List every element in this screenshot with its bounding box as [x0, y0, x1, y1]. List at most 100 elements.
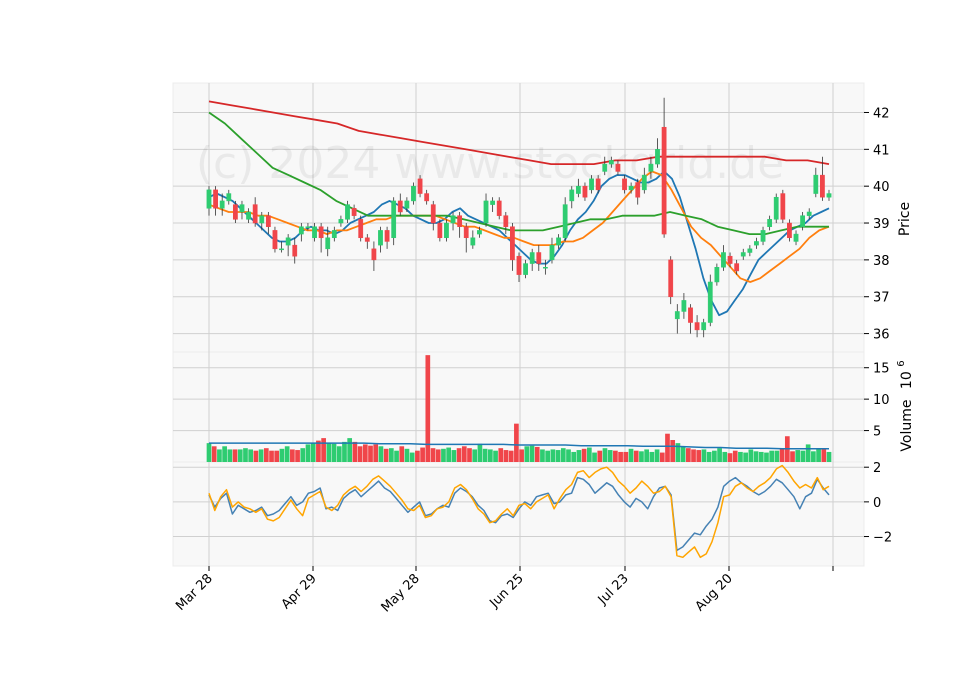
candle-up	[747, 248, 753, 253]
volume-bar	[493, 450, 498, 462]
candle-up	[648, 163, 654, 172]
price-axis-tick-label: 38	[873, 254, 890, 269]
price-axis-tick-label: 37	[873, 291, 890, 306]
candle-down	[318, 226, 324, 239]
volume-bar	[628, 448, 634, 462]
volume-bar	[347, 438, 353, 462]
volume-bar	[800, 450, 806, 462]
volume-bar	[284, 446, 290, 462]
candle-up	[450, 215, 456, 224]
volume-bar	[774, 450, 780, 462]
volume-bar	[534, 446, 540, 462]
volume-bar	[399, 446, 405, 462]
candle-up	[483, 200, 489, 224]
volume-bar	[659, 452, 665, 462]
volume-bar	[649, 451, 655, 462]
candle-up	[338, 219, 344, 224]
candle-down	[397, 200, 403, 213]
candle-down	[213, 189, 218, 209]
candle-up	[602, 163, 608, 172]
volume-bar	[779, 448, 785, 462]
candle-down	[661, 126, 667, 235]
candle-up	[285, 237, 291, 246]
svg-text:Volume 10 6: Volume 10 6	[896, 360, 915, 451]
volume-bar	[597, 450, 603, 462]
candle-down	[457, 215, 463, 227]
candle-down	[615, 163, 621, 172]
volume-bar	[691, 449, 696, 462]
candle-up	[378, 230, 383, 246]
candle-down	[358, 219, 364, 239]
volume-bar	[618, 451, 623, 462]
volume-bar	[248, 449, 254, 462]
candle-up	[589, 178, 594, 191]
candle-up	[655, 149, 660, 165]
volume-bar	[701, 449, 707, 462]
candle-down	[516, 255, 522, 275]
volume-bar	[712, 450, 717, 462]
volume-bar	[253, 450, 259, 462]
candle-up	[714, 266, 720, 283]
candle-down	[292, 244, 298, 257]
candle-up	[628, 185, 634, 191]
volume-bar	[352, 441, 358, 462]
candle-down	[232, 204, 238, 220]
volume-bar	[555, 450, 561, 462]
candle-up	[754, 241, 759, 246]
volume-bar	[607, 450, 613, 462]
candle-up	[740, 252, 746, 257]
volume-bar	[654, 449, 660, 462]
volume-axis-tick-label: 15	[873, 362, 890, 377]
volume-bar	[222, 446, 227, 462]
volume-bar	[508, 450, 514, 462]
volume-bar	[748, 449, 754, 462]
volume-bar	[336, 446, 342, 462]
candle-up	[239, 204, 245, 213]
candle-up	[490, 200, 496, 205]
volume-bar	[420, 447, 425, 462]
candle-up	[259, 215, 265, 224]
volume-bar	[217, 449, 222, 462]
volume-bar	[592, 452, 597, 462]
volume-bar	[503, 450, 509, 462]
volume-bar	[477, 443, 483, 462]
volume-bar	[623, 451, 629, 462]
volume-bar	[639, 451, 644, 462]
volume-bar	[581, 448, 587, 462]
volume-bar	[404, 448, 410, 462]
candle-up	[444, 222, 449, 239]
volume-bar	[373, 444, 379, 462]
candle-up	[701, 322, 707, 331]
volume-bar	[758, 451, 764, 462]
candle-down	[820, 174, 825, 198]
volume-bar	[243, 448, 248, 462]
volume-bar	[394, 450, 399, 462]
stock-chart: (c) 2024 www.stockgrid.de 36 37 38 39 40 41 42…	[0, 0, 960, 690]
volume-bar	[435, 449, 441, 462]
volume-bar	[722, 451, 728, 462]
volume-bar	[378, 446, 384, 462]
volume-bar	[732, 450, 738, 462]
candle-up	[569, 189, 575, 202]
volume-bar	[425, 355, 431, 462]
volume-unit-base: 10	[899, 371, 915, 389]
price-axis-label: Price	[897, 202, 913, 236]
volume-bar	[670, 440, 676, 462]
candle-down	[734, 263, 740, 272]
candle-up	[806, 211, 812, 216]
volume-axis-tick-label: 10	[873, 393, 890, 408]
candle-up	[793, 233, 799, 242]
candle-down	[727, 255, 733, 264]
candle-down	[668, 259, 674, 297]
volume-bar	[258, 449, 264, 462]
candle-down	[364, 237, 370, 242]
volume-bar	[613, 450, 618, 462]
candle-up	[760, 230, 766, 242]
candle-down	[694, 322, 700, 331]
volume-bar	[529, 445, 535, 462]
candle-up	[681, 300, 687, 312]
volume-bar	[211, 446, 217, 462]
candle-up	[391, 200, 397, 239]
candle-up	[219, 200, 225, 209]
volume-bar	[456, 448, 462, 462]
